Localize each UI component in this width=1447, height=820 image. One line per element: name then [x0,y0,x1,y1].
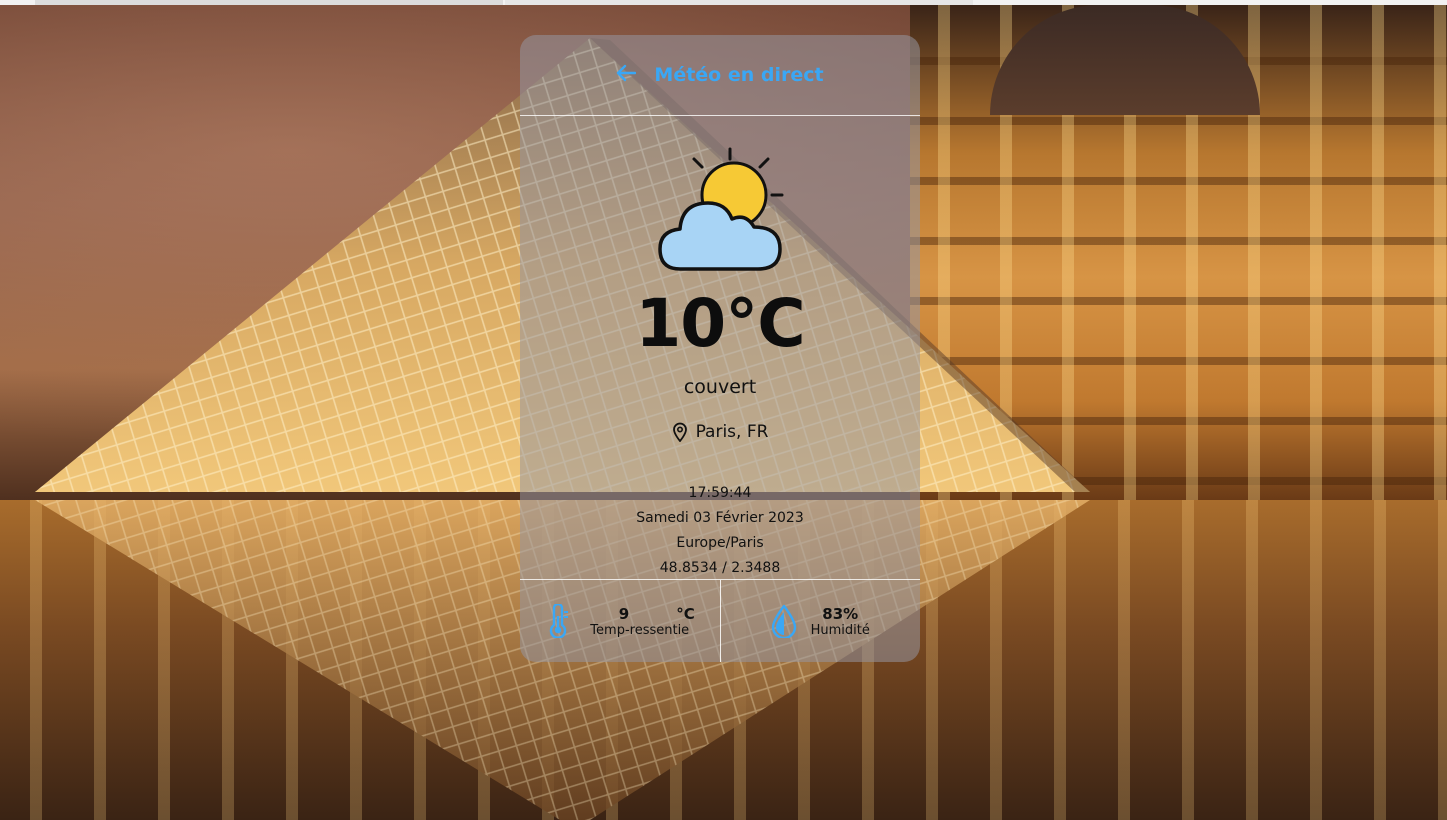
location-label: Paris, FR [695,422,769,442]
humidity-label: Humidité [810,622,870,638]
local-date: Samedi 03 Février 2023 [636,510,804,526]
local-time: 17:59:44 [688,485,752,501]
feels-like-value: 9 [618,604,630,623]
humidity-body: 83% Humidité [811,605,870,638]
water-drop-icon [771,604,796,638]
partly-cloudy-icon [658,147,784,271]
feels-like-body: 9 °C Temp-ressentie [585,605,695,638]
humidity-stat: 83% Humidité [719,580,921,662]
app-title: Météo en direct [654,64,824,86]
timezone: Europe/Paris [676,535,764,551]
location: Paris, FR [520,422,920,442]
coordinates: 48.8534 / 2.3488 [659,560,781,576]
feels-like-value-row: 9 °C [585,605,695,623]
feels-like-stat: 9 °C Temp-ressentie [520,580,720,662]
humidity-value: 83% [822,604,859,623]
info-block: 17:59:44 Samedi 03 Février 2023 Europe/P… [520,481,920,581]
temperature: 10°C [635,285,805,362]
card-header: Météo en direct [520,35,920,116]
feels-like-label: Temp-ressentie [590,622,690,638]
map-pin-icon [672,422,687,442]
stats-row: 9 °C Temp-ressentie 83% Humidité [520,579,920,662]
weather-condition: couvert [683,376,757,398]
feels-like-unit: °C [676,604,695,623]
arrow-left-icon[interactable] [616,64,637,87]
browser-top-strip [0,0,1447,5]
weather-card: Météo en direct 10°C couvert Paris, FR 1… [520,35,920,662]
thermometer-icon [549,604,568,638]
